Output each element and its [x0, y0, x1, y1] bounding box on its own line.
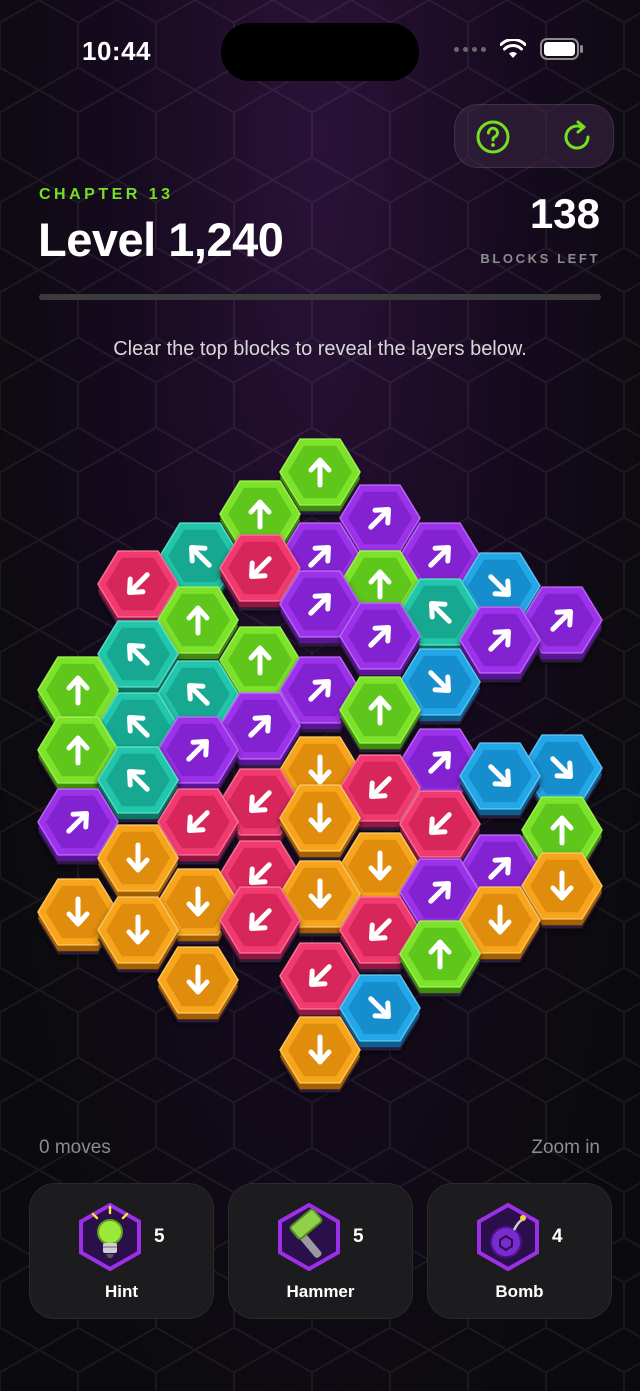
status-bar: 10:44: [0, 0, 640, 100]
hint-count: 5: [154, 1226, 165, 1247]
hammer-label: Hammer: [286, 1282, 355, 1301]
hammer-icon: [278, 1202, 340, 1272]
hint-powerup-button[interactable]: 5 Hint: [29, 1183, 214, 1319]
level-title: Level 1,240: [38, 213, 284, 266]
restart-button[interactable]: [559, 119, 595, 155]
signal-dots-icon: [454, 46, 486, 52]
bomb-label: Bomb: [495, 1282, 544, 1301]
hint-label: Hint: [104, 1282, 139, 1301]
bomb-icon: [477, 1202, 539, 1272]
wifi-icon: [500, 39, 526, 58]
hammer-powerup-button[interactable]: 5 Hammer: [228, 1183, 413, 1319]
status-time: 10:44: [82, 36, 151, 66]
moves-counter: 0 moves: [39, 1137, 111, 1158]
top-controls: [454, 104, 614, 168]
level-progress-bar: [39, 294, 601, 300]
blocks-left-count: 138: [529, 190, 600, 237]
chapter-label: CHAPTER 13: [39, 186, 174, 203]
dynamic-island: [221, 23, 419, 81]
hex-game-board: [37, 438, 603, 1093]
status-icons: [454, 38, 584, 60]
instruction-text: Clear the top blocks to reveal the layer…: [113, 338, 527, 360]
lightbulb-icon: [79, 1202, 141, 1272]
battery-icon: [540, 38, 583, 60]
hex-block-orange[interactable]: [157, 946, 239, 1023]
hammer-count: 5: [353, 1226, 364, 1247]
bomb-count: 4: [552, 1226, 563, 1247]
bomb-powerup-button[interactable]: 4 Bomb: [427, 1183, 612, 1319]
blocks-left-label: BLOCKS LEFT: [480, 251, 600, 266]
zoom-in-button[interactable]: Zoom in: [531, 1137, 600, 1159]
help-button[interactable]: [475, 119, 511, 155]
powerup-bar: 5 Hint 5 Hammer 4 Bomb: [29, 1183, 612, 1319]
